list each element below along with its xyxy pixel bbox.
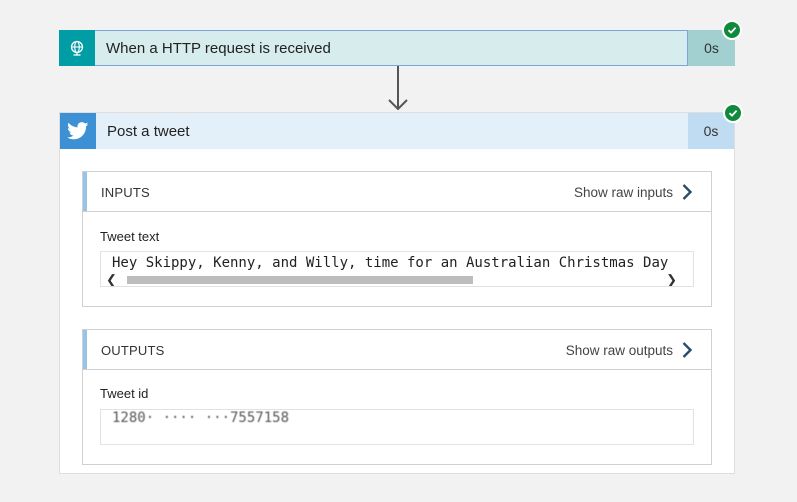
section-accent: [83, 172, 87, 211]
show-raw-outputs-button[interactable]: Show raw outputs: [566, 338, 693, 362]
section-accent: [83, 330, 87, 369]
tweet-id-value: 1280· ···· ···7557158: [112, 410, 290, 426]
http-trigger-card[interactable]: When a HTTP request is received 0s: [59, 20, 742, 66]
outputs-section: OUTPUTS Show raw outputs Tweet id 1280· …: [82, 329, 712, 465]
trigger-title: When a HTTP request is received: [106, 40, 331, 57]
tweet-text-field[interactable]: Hey Skippy, Kenny, and Willy, time for a…: [100, 251, 694, 287]
inputs-header: INPUTS Show raw inputs: [83, 172, 711, 212]
success-check-icon: [722, 20, 742, 40]
chevron-right-icon: [682, 342, 693, 358]
chevron-right-icon: [682, 184, 693, 200]
success-check-icon: [723, 103, 743, 123]
inputs-heading: INPUTS: [101, 185, 150, 200]
show-raw-inputs-button[interactable]: Show raw inputs: [574, 180, 693, 204]
horizontal-scrollbar[interactable]: ❮ ❯: [101, 273, 693, 286]
outputs-heading: OUTPUTS: [101, 343, 165, 358]
post-tweet-card: Post a tweet 0s INPUTS Show raw inputs T…: [59, 103, 743, 474]
trigger-title-bar[interactable]: When a HTTP request is received: [95, 30, 688, 66]
tweet-text-value: Hey Skippy, Kenny, and Willy, time for a…: [112, 255, 669, 271]
twitter-bird-icon: [60, 113, 96, 149]
scroll-left-icon[interactable]: ❮: [106, 273, 117, 286]
outputs-header: OUTPUTS Show raw outputs: [83, 330, 711, 370]
globe-icon: [59, 30, 95, 66]
action-title: Post a tweet: [107, 123, 190, 140]
post-tweet-header[interactable]: Post a tweet 0s: [60, 113, 734, 149]
show-raw-outputs-label: Show raw outputs: [565, 342, 673, 358]
inputs-section: INPUTS Show raw inputs Tweet text Hey Sk…: [82, 171, 712, 307]
tweet-id-label: Tweet id: [100, 386, 149, 401]
scrollbar-thumb[interactable]: [127, 276, 473, 284]
show-raw-inputs-label: Show raw inputs: [573, 184, 673, 200]
scroll-right-icon[interactable]: ❯: [666, 273, 677, 286]
tweet-id-field[interactable]: 1280· ···· ···7557158: [100, 409, 694, 445]
tweet-text-label: Tweet text: [100, 229, 160, 244]
flow-arrow-icon: [388, 66, 408, 112]
